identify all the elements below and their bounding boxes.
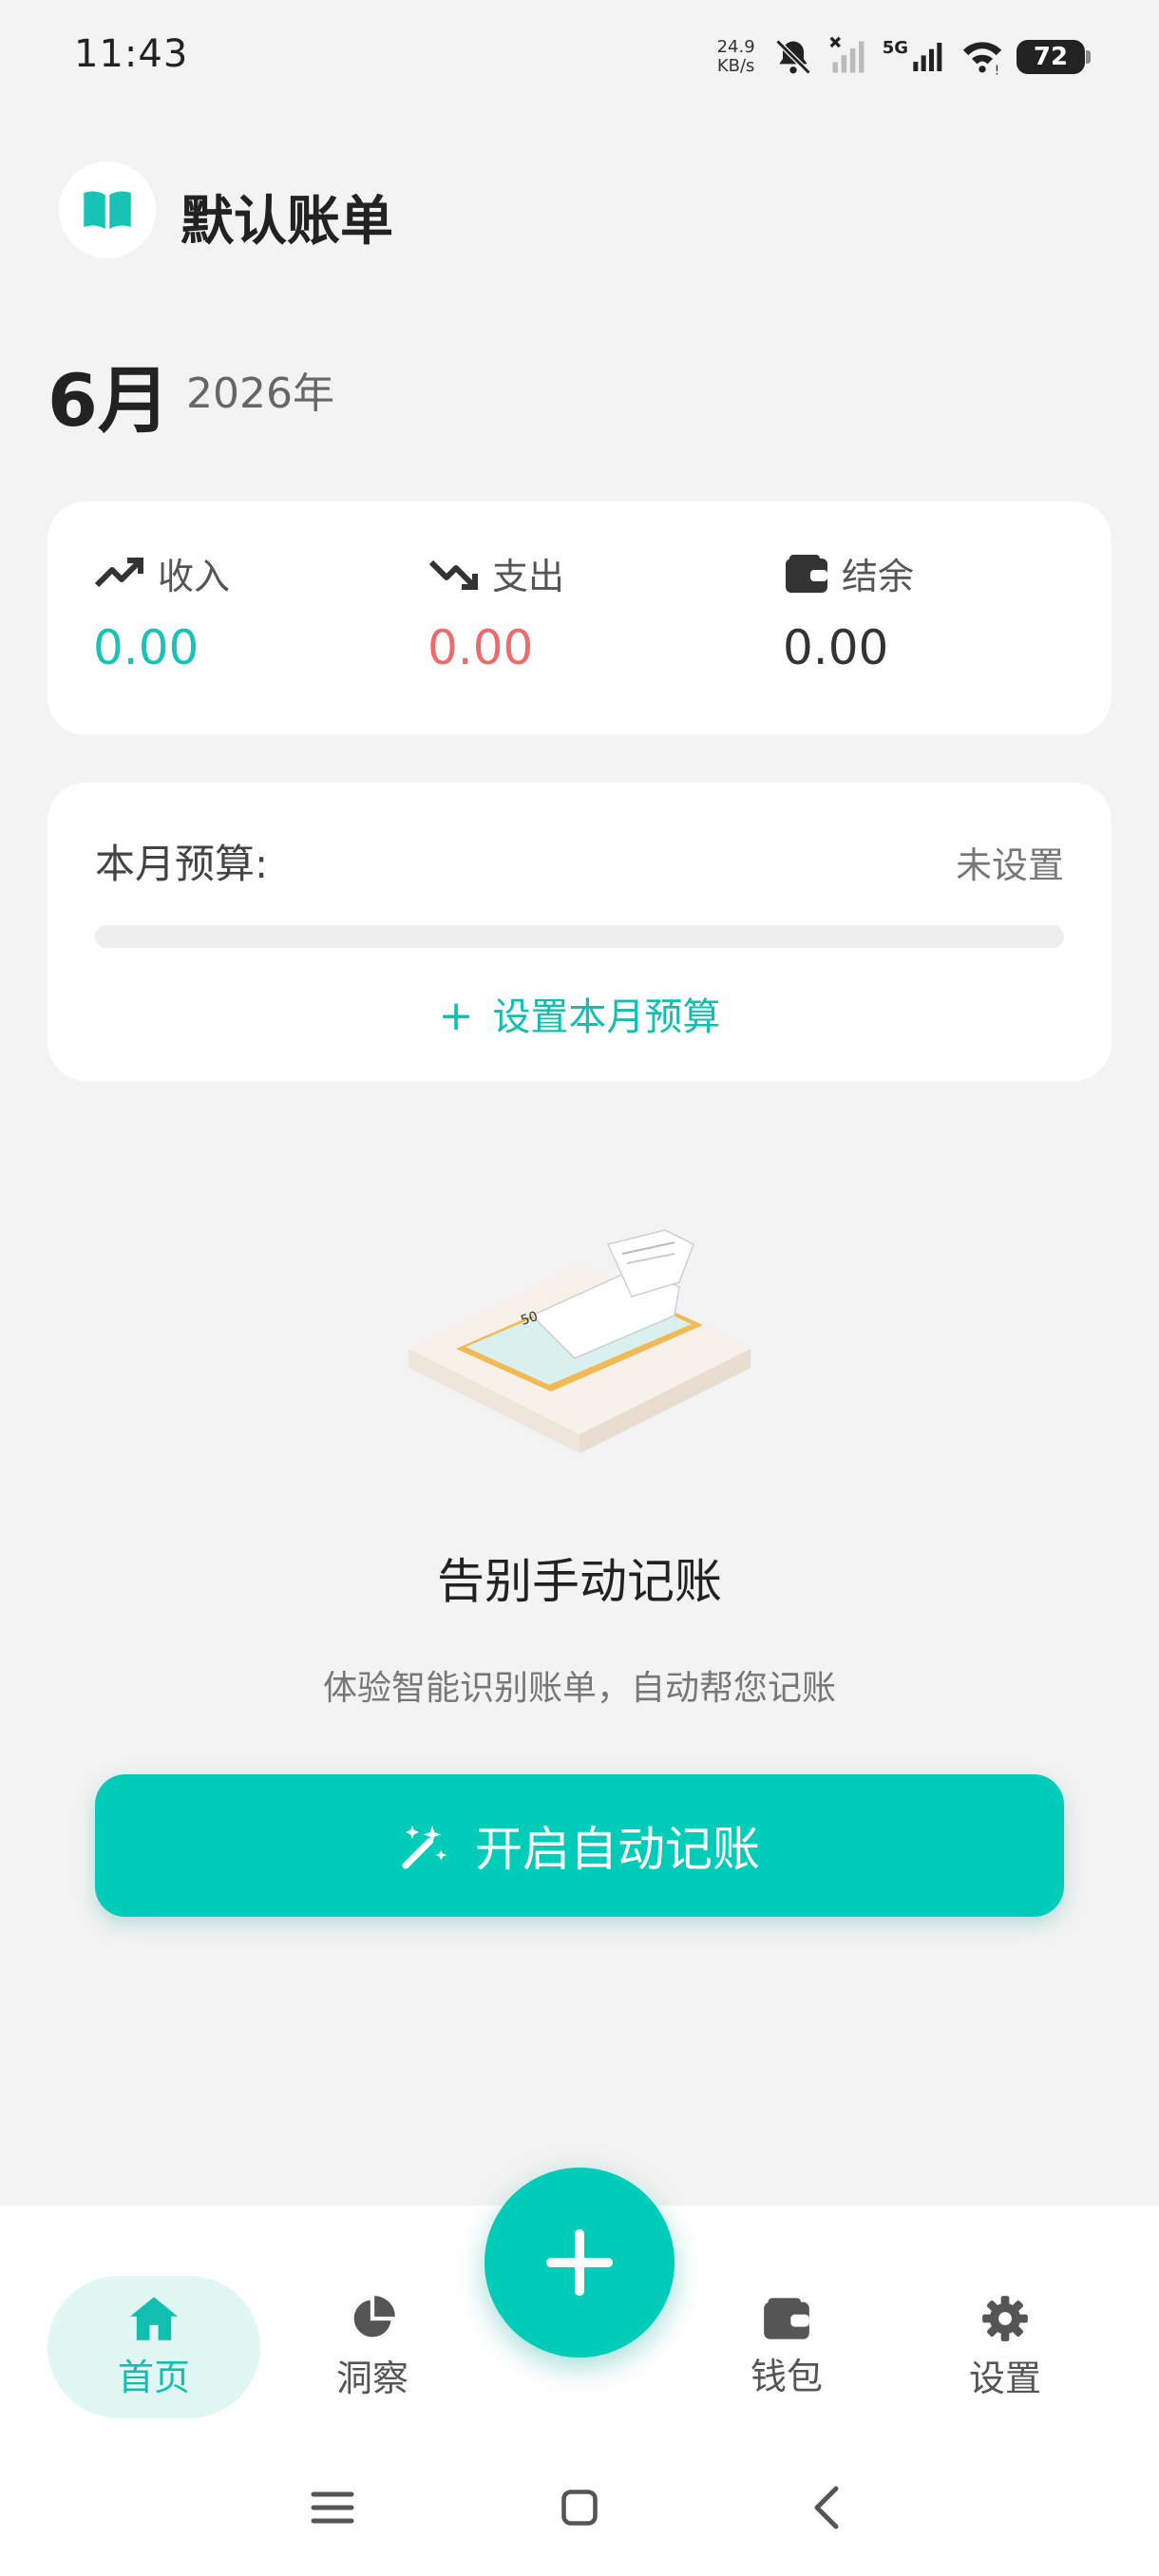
bell-off-icon xyxy=(775,39,811,75)
wifi-icon: ! xyxy=(962,42,1002,78)
system-menu-button[interactable] xyxy=(304,2479,361,2536)
status-bar: 11:43 24.9 KB/s 5G ! 72 xyxy=(0,0,1159,114)
signal-no-sim-icon xyxy=(829,36,864,73)
summary-card: 收入 0.00 支出 0.00 结余 0.00 xyxy=(48,502,1112,735)
nav-home-label: 首页 xyxy=(117,2356,190,2398)
status-time: 11:43 xyxy=(74,32,189,76)
system-navigation-bar xyxy=(0,2470,1159,2546)
balance-value: 0.00 xyxy=(783,620,889,675)
pie-chart-icon xyxy=(353,2295,395,2337)
phone-receipt-illustration: 50 xyxy=(408,1229,750,1453)
expense-summary[interactable]: 支出 0.00 xyxy=(428,547,564,675)
app-screen: 11:43 24.9 KB/s 5G ! 72 默认账单 6月 2026年 收入… xyxy=(0,0,1159,2576)
add-record-button[interactable] xyxy=(484,2168,674,2358)
promo-title: 告别手动记账 xyxy=(437,1554,722,1609)
nav-settings[interactable]: 设置 xyxy=(899,2276,1112,2418)
enable-auto-bookkeeping-button[interactable]: 开启自动记账 xyxy=(95,1774,1064,1917)
budget-label: 本月预算: xyxy=(95,841,269,887)
income-summary[interactable]: 收入 0.00 xyxy=(93,547,230,675)
system-back-button[interactable] xyxy=(798,2479,855,2536)
ledger-avatar[interactable] xyxy=(59,161,156,258)
magic-wand-icon xyxy=(402,1826,447,1869)
budget-card: 本月预算: 未设置 + 设置本月预算 xyxy=(48,783,1112,1081)
plus-icon: + xyxy=(438,992,474,1040)
enable-auto-bookkeeping-label: 开启自动记账 xyxy=(475,1822,760,1877)
system-home-button[interactable] xyxy=(551,2479,608,2536)
ledger-title[interactable]: 默认账单 xyxy=(180,179,393,256)
plus-icon xyxy=(546,2229,613,2296)
signal-5g: 5G xyxy=(883,38,948,76)
nav-home[interactable]: 首页 xyxy=(48,2276,260,2418)
expense-value: 0.00 xyxy=(428,620,534,675)
network-speed-unit: KB/s xyxy=(716,56,755,76)
nav-insights[interactable]: 洞察 xyxy=(266,2276,479,2418)
nav-wallet-label: 钱包 xyxy=(750,2355,823,2397)
trending-up-icon xyxy=(94,557,143,587)
current-year[interactable]: 2026年 xyxy=(186,359,334,420)
gear-icon xyxy=(982,2295,1028,2341)
budget-status: 未设置 xyxy=(955,844,1064,886)
menu-icon xyxy=(311,2491,354,2524)
nav-wallet[interactable]: 钱包 xyxy=(680,2276,893,2418)
status-icons: 24.9 KB/s 5G ! 72 xyxy=(717,28,1091,85)
back-icon xyxy=(814,2486,839,2529)
battery-indicator: 72 xyxy=(1016,40,1091,74)
wallet-icon xyxy=(764,2297,809,2339)
promo-subtitle: 体验智能识别账单，自动帮您记账 xyxy=(322,1669,836,1708)
svg-text:!: ! xyxy=(995,64,999,78)
trending-down-icon xyxy=(428,559,478,590)
open-book-icon xyxy=(84,191,131,230)
square-icon xyxy=(561,2490,598,2526)
budget-progress-bar xyxy=(95,925,1064,948)
wallet-icon xyxy=(786,554,827,593)
signal-strength-icon xyxy=(913,43,942,71)
set-budget-button[interactable]: + 设置本月预算 xyxy=(48,986,1112,1041)
income-label: 收入 xyxy=(158,556,231,597)
set-budget-label: 设置本月预算 xyxy=(492,995,721,1039)
battery-level: 72 xyxy=(1033,43,1069,71)
expense-label: 支出 xyxy=(492,556,565,597)
balance-summary[interactable]: 结余 0.00 xyxy=(783,547,914,675)
network-type-label: 5G xyxy=(882,38,908,58)
nav-insights-label: 洞察 xyxy=(335,2357,408,2399)
income-value: 0.00 xyxy=(93,620,200,675)
current-month[interactable]: 6月 xyxy=(48,342,170,446)
network-speed: 24.9 KB/s xyxy=(717,38,755,76)
home-icon xyxy=(130,2296,178,2340)
network-speed-value: 24.9 xyxy=(716,37,755,57)
balance-label: 结余 xyxy=(842,556,915,597)
nav-settings-label: 设置 xyxy=(968,2357,1041,2399)
